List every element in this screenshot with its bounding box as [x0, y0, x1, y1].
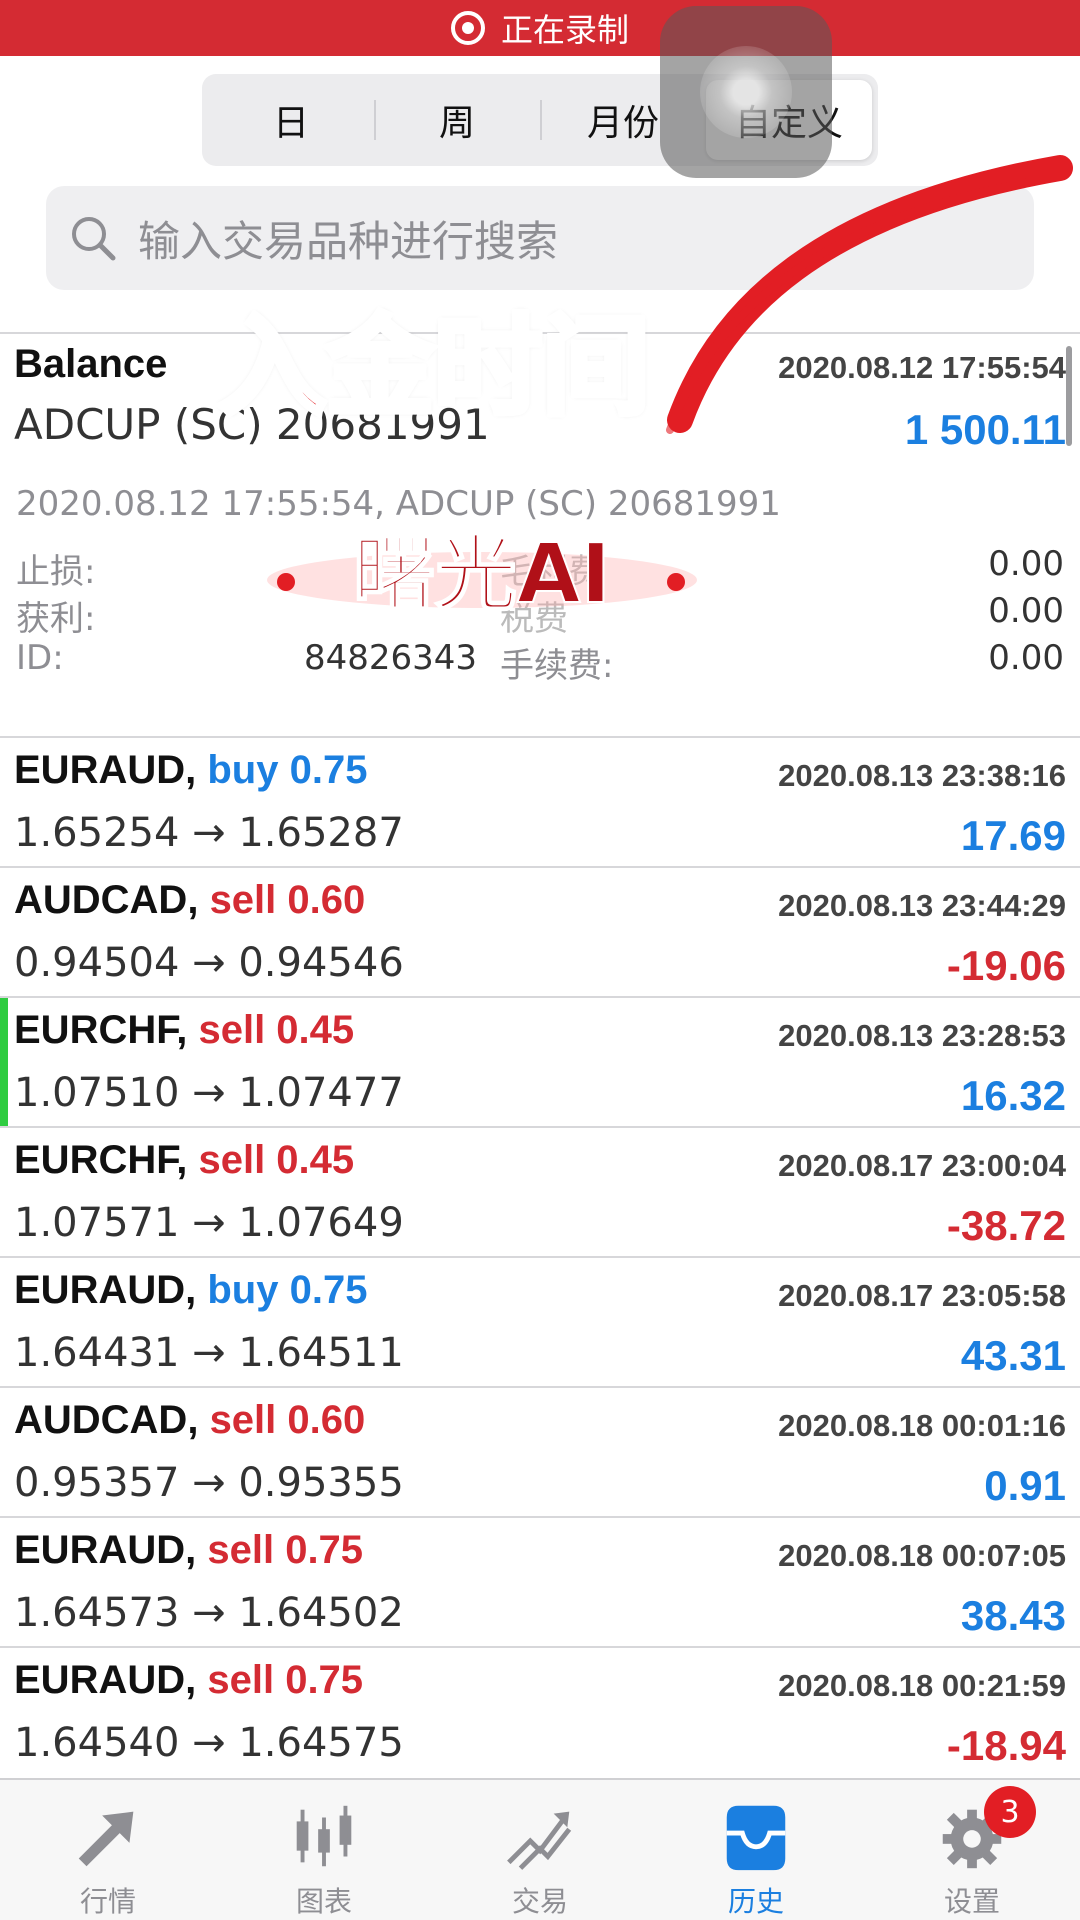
trade-side: sell 0.75	[207, 1528, 364, 1572]
trade-row[interactable]: EURCHF, sell 0.45 1.07571 → 1.07649 2020…	[0, 1126, 1080, 1256]
history-icon	[726, 1805, 786, 1871]
trade-side: buy 0.75	[207, 1268, 368, 1312]
trade-time: 2020.08.13 23:28:53	[778, 1018, 1066, 1053]
trade-row[interactable]: EURCHF, sell 0.45 1.07510 → 1.07477 2020…	[0, 996, 1080, 1128]
settings-badge: 3	[984, 1786, 1036, 1838]
quotes-icon	[78, 1811, 134, 1867]
tab-label: 图表	[295, 1885, 352, 1918]
record-icon	[450, 11, 485, 45]
tab-label: 设置	[943, 1885, 1000, 1918]
period-tab-day[interactable]: 日	[208, 80, 374, 160]
tab-trade[interactable]: 交易	[432, 1780, 648, 1920]
trade-profit: 43.31	[960, 1332, 1066, 1379]
symbol-search[interactable]: 输入交易品种进行搜索	[46, 186, 1034, 290]
tab-label: 历史	[727, 1885, 784, 1918]
tab-label: 交易	[511, 1885, 568, 1918]
trade-row[interactable]: AUDCAD, sell 0.60 0.95357 → 0.95355 2020…	[0, 1386, 1080, 1516]
take-profit-value: 0.00	[988, 591, 1064, 631]
stop-loss-row: 止损: 毛利费 0.00	[16, 544, 1064, 592]
trade-symbol: EURAUD,	[14, 1528, 197, 1572]
chart-icon	[296, 1805, 352, 1867]
fee-value: 0.00	[988, 638, 1064, 678]
balance-title: Balance	[14, 342, 168, 386]
trade-prices: 1.07510 → 1.07477	[14, 1070, 404, 1116]
trade-time: 2020.08.17 23:05:58	[778, 1278, 1066, 1313]
trade-side: sell 0.60	[209, 878, 366, 922]
id-row: ID: 84826343 手续费: 0.00	[16, 638, 1064, 686]
period-tab-week[interactable]: 周	[374, 80, 540, 160]
fee-label: 手续费:	[500, 646, 614, 686]
trade-profit: -18.94	[946, 1722, 1066, 1769]
tab-label: 行情	[79, 1885, 136, 1918]
trade-row[interactable]: EURAUD, sell 0.75 1.64540 → 1.64575 2020…	[0, 1646, 1080, 1776]
trade-prices: 1.64431 → 1.64511	[14, 1330, 404, 1376]
recording-bar[interactable]: 正在录制	[0, 0, 1080, 56]
trade-symbol: EURCHF,	[14, 1008, 188, 1052]
trade-profit: 38.43	[960, 1592, 1066, 1639]
take-profit-row: 获利: 税费 0.00	[16, 591, 1064, 639]
trade-prices: 1.07571 → 1.07649	[14, 1200, 404, 1246]
tab-history[interactable]: 历史	[648, 1780, 864, 1920]
balance-amount: 1 500.11	[904, 406, 1066, 453]
trade-side: sell 0.75	[207, 1658, 364, 1702]
trade-time: 2020.08.18 00:21:59	[778, 1668, 1066, 1703]
bottom-tab-bar: 行情 图表 交易 历史 3 设置	[0, 1778, 1080, 1920]
trade-prices: 1.64540 → 1.64575	[14, 1720, 404, 1766]
swap-label: 毛利费	[500, 552, 602, 592]
trade-symbol: AUDCAD,	[14, 878, 199, 922]
trade-time: 2020.08.18 00:01:16	[778, 1408, 1066, 1443]
trade-side: sell 0.45	[198, 1138, 355, 1182]
trade-row[interactable]: EURAUD, buy 0.75 1.65254 → 1.65287 2020.…	[0, 736, 1080, 866]
id-label: ID:	[16, 638, 64, 678]
trade-prices: 1.64573 → 1.64502	[14, 1590, 404, 1636]
trade-symbol: EURAUD,	[14, 1268, 197, 1312]
tab-chart[interactable]: 图表	[216, 1780, 432, 1920]
trade-symbol: AUDCAD,	[14, 1398, 199, 1442]
trade-profit: 17.69	[960, 812, 1066, 859]
tab-settings[interactable]: 3 设置	[864, 1780, 1080, 1920]
tab-quotes[interactable]: 行情	[0, 1780, 216, 1920]
trade-prices: 0.95357 → 0.95355	[14, 1460, 404, 1506]
search-icon	[72, 217, 116, 261]
balance-date: 2020.08.12 17:55:54	[778, 350, 1066, 385]
scroll-indicator	[1066, 346, 1072, 446]
trade-symbol: EURAUD,	[14, 1658, 197, 1702]
trade-profit: 0.91	[984, 1462, 1066, 1509]
trade-prices: 0.94504 → 0.94546	[14, 940, 404, 986]
id-value: 84826343	[304, 638, 478, 678]
trade-side: buy 0.75	[207, 748, 368, 792]
selected-marker	[0, 998, 8, 1128]
overlay-title: 入金时间	[215, 302, 653, 433]
stop-loss-value: 0.00	[988, 544, 1064, 584]
trade-side: sell 0.60	[209, 1398, 366, 1442]
trade-time: 2020.08.13 23:38:16	[778, 758, 1066, 793]
trade-row[interactable]: EURAUD, sell 0.75 1.64573 → 1.64502 2020…	[0, 1516, 1080, 1646]
trade-profit: -19.06	[946, 942, 1066, 989]
trade-symbol: EURCHF,	[14, 1138, 188, 1182]
tax-label: 税费	[500, 599, 568, 639]
trade-time: 2020.08.13 23:44:29	[778, 888, 1066, 923]
trade-row[interactable]: EURAUD, buy 0.75 1.64431 → 1.64511 2020.…	[0, 1256, 1080, 1386]
trade-row[interactable]: AUDCAD, sell 0.60 0.94504 → 0.94546 2020…	[0, 866, 1080, 996]
trade-profit: 16.32	[960, 1072, 1066, 1119]
balance-detail: 2020.08.12 17:55:54, ADCUP (SC) 20681991	[16, 484, 781, 524]
stop-loss-label: 止损:	[16, 552, 96, 592]
trade-time: 2020.08.17 23:00:04	[778, 1148, 1066, 1183]
trade-icon	[507, 1811, 572, 1870]
trade-history-list: EURAUD, buy 0.75 1.65254 → 1.65287 2020.…	[0, 736, 1080, 1776]
take-profit-label: 获利:	[16, 599, 96, 639]
search-placeholder: 输入交易品种进行搜索	[138, 216, 559, 266]
trade-profit: -38.72	[946, 1202, 1066, 1249]
trade-time: 2020.08.18 00:07:05	[778, 1538, 1066, 1573]
recording-label: 正在录制	[500, 11, 629, 49]
trade-symbol: EURAUD,	[14, 748, 197, 792]
screen-recorder-float-button[interactable]	[660, 6, 832, 178]
trade-prices: 1.65254 → 1.65287	[14, 810, 404, 856]
trade-side: sell 0.45	[198, 1008, 355, 1052]
